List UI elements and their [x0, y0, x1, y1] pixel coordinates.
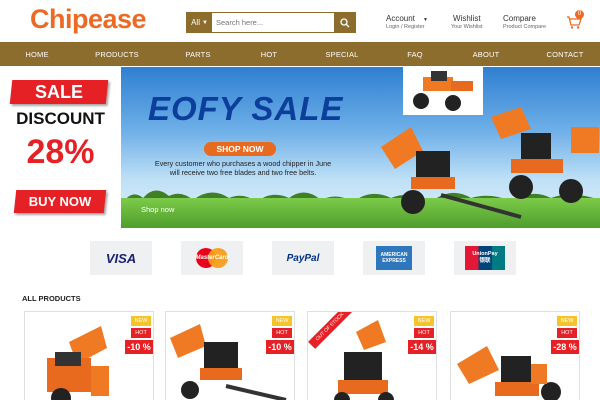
visa-logo: VISA: [90, 241, 152, 275]
site-header: Chipease All ▼ Account Login / Register …: [0, 0, 600, 42]
buy-now-button[interactable]: BUY NOW: [13, 190, 107, 213]
wood-chipper-image: [381, 107, 599, 219]
mastercard-label: MasterCard: [195, 255, 229, 261]
nav-item-faq[interactable]: FAQ: [407, 50, 423, 59]
nav-item-hot[interactable]: HOT: [261, 50, 277, 59]
paypal-logo: PayPal: [272, 241, 334, 275]
new-badge: NEW: [131, 316, 151, 326]
sale-tag-label: SALE: [34, 82, 83, 102]
search-button[interactable]: [334, 13, 355, 32]
amex-logo: AMERICAN EXPRESS: [363, 241, 425, 275]
chevron-down-icon: ▼: [423, 17, 428, 23]
nav-item-special[interactable]: SPECIAL: [325, 50, 358, 59]
sale-tag: SALE: [9, 80, 109, 104]
cart-count-badge: 0: [575, 10, 584, 19]
promo-percent: 28%: [26, 133, 95, 171]
compare-subtitle: Product Compare: [503, 24, 547, 30]
mastercard-logo: MasterCard: [181, 241, 243, 275]
unionpay-logo: UnionPay 银联: [454, 241, 516, 275]
banner-title: EOFY SALE: [148, 90, 344, 127]
wishlist-subtitle: Your Wishlist: [451, 24, 483, 30]
nav-item-about[interactable]: ABOUT: [473, 50, 500, 59]
new-badge: NEW: [414, 316, 434, 326]
hot-badge: HOT: [557, 328, 577, 338]
account-subtitle: Login / Register: [386, 24, 425, 30]
banner-shop-button[interactable]: SHOP NOW: [204, 142, 276, 156]
nav-item-contact[interactable]: CONTACT: [546, 50, 583, 59]
search-category-label: All: [191, 18, 200, 27]
hot-badge: HOT: [272, 328, 292, 338]
account-title: Account: [386, 14, 415, 23]
banner-shop-link[interactable]: Shop now: [141, 205, 174, 214]
product-card[interactable]: NEW HOT -28 %: [450, 311, 580, 400]
promo-discount-label: DISCOUNT: [16, 109, 105, 128]
main-nav: HOME PRODUCTS PARTS HOT SPECIAL FAQ ABOU…: [0, 42, 600, 66]
section-title: ALL PRODUCTS: [22, 294, 81, 303]
discount-badge: -28 %: [551, 340, 579, 354]
account-link[interactable]: Account Login / Register ▼: [386, 14, 428, 30]
nav-item-home[interactable]: HOME: [25, 50, 48, 59]
page: Chipease All ▼ Account Login / Register …: [0, 0, 600, 400]
compare-title: Compare: [503, 14, 536, 23]
new-badge: NEW: [272, 316, 292, 326]
discount-badge: -14 %: [408, 340, 436, 354]
amex-label: AMERICAN EXPRESS: [380, 252, 408, 264]
search-bar: All ▼: [186, 12, 356, 33]
wishlist-link[interactable]: Wishlist Your Wishlist: [451, 14, 483, 30]
product-card[interactable]: NEW HOT -10 %: [24, 311, 154, 400]
product-card[interactable]: OUT OF STOCK NEW HOT -14 %: [307, 311, 437, 400]
hot-badge: HOT: [414, 328, 434, 338]
unionpay-label: UnionPay 银联: [472, 251, 498, 264]
chevron-down-icon: ▼: [201, 19, 208, 26]
product-card[interactable]: NEW HOT -10 %: [165, 311, 295, 400]
search-icon: [339, 17, 349, 27]
nav-item-products[interactable]: PRODUCTS: [95, 50, 139, 59]
banner-description: Every customer who purchases a wood chip…: [154, 159, 332, 177]
new-badge: NEW: [557, 316, 577, 326]
sale-promo-panel[interactable]: SALE DISCOUNT 28% BUY NOW: [0, 67, 121, 228]
paypal-label: PayPal: [286, 252, 320, 264]
search-input[interactable]: [212, 13, 334, 32]
discount-badge: -10 %: [125, 340, 153, 354]
site-logo[interactable]: Chipease: [30, 4, 147, 35]
hero-banner[interactable]: EOFY SALE SHOP NOW Every customer who pu…: [121, 67, 600, 228]
nav-item-parts[interactable]: PARTS: [185, 50, 210, 59]
hot-badge: HOT: [131, 328, 151, 338]
wishlist-title: Wishlist: [453, 14, 481, 23]
visa-label: VISA: [105, 250, 137, 266]
compare-link[interactable]: Compare Product Compare: [503, 14, 546, 30]
discount-badge: -10 %: [266, 340, 294, 354]
search-category-select[interactable]: All ▼: [187, 13, 212, 32]
buy-now-label: BUY NOW: [28, 194, 92, 209]
